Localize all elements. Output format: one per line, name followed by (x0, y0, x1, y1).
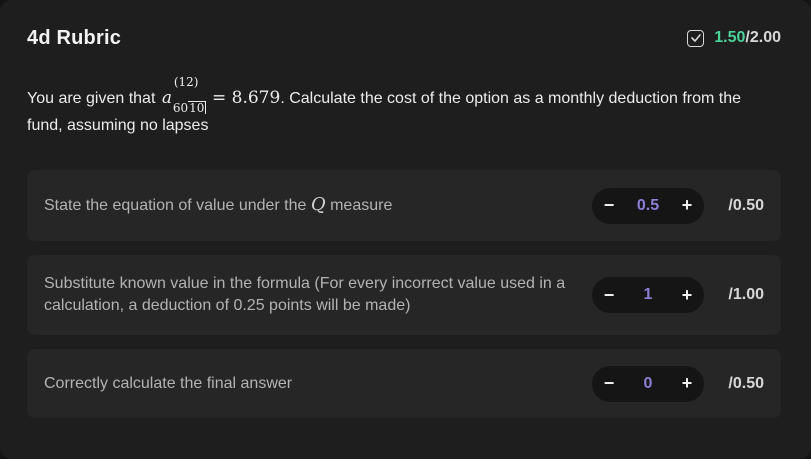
annuity-subscript: 6010 (172, 101, 207, 115)
stepper-value: 0.5 (636, 196, 660, 214)
stepper-value: 0 (643, 374, 653, 392)
question-prefix: You are given that (27, 90, 156, 107)
decrement-button[interactable]: − (600, 373, 618, 394)
stepper-value: 1 (643, 286, 653, 303)
increment-button[interactable]: + (678, 195, 696, 216)
annuity-expression: a (12) 6010 = 8.679 (160, 75, 281, 115)
rubric-title: 4d Rubric (27, 26, 122, 49)
criterion-row: Correctly calculate the final answer − 0… (27, 349, 781, 418)
rubric-card: 4d Rubric 1.50 / 2.00 You are given that… (0, 0, 811, 459)
score-stepper: − 0 + (592, 365, 704, 402)
criterion-label: Correctly calculate the final answer (44, 374, 293, 392)
annuity-superscript: (12) (173, 75, 199, 89)
criterion-max-points: /1.00 (728, 286, 764, 303)
score-stepper: − 1 + (592, 277, 704, 313)
criterion-max-points: /0.50 (728, 196, 764, 214)
checkbox-checked-icon (687, 29, 705, 47)
question-text: You are given that a (12) 6010 = 8.679. Cal… (27, 75, 781, 139)
criterion-label: State the equation of value under the Q … (44, 194, 393, 215)
decrement-button[interactable]: − (600, 285, 618, 306)
increment-button[interactable]: + (678, 285, 696, 306)
criterion-row: Substitute known value in the formula (F… (27, 255, 781, 335)
annuity-value: = 8.679 (212, 88, 281, 108)
criterion-max-points: /0.50 (728, 374, 764, 392)
score-total: 2.00 (749, 29, 781, 46)
rubric-score: 1.50 / 2.00 (687, 29, 781, 47)
score-stepper: − 0.5 + (592, 187, 704, 224)
criterion-label: Substitute known value in the formula (F… (44, 275, 566, 314)
annuity-symbol: a (12) 6010 (162, 75, 207, 115)
criterion-row: State the equation of value under the Q … (27, 170, 781, 241)
q-measure-symbol: Q (310, 194, 326, 215)
increment-button[interactable]: + (678, 373, 696, 394)
score-earned: 1.50 (714, 29, 746, 46)
rubric-header: 4d Rubric 1.50 / 2.00 (27, 24, 781, 52)
decrement-button[interactable]: − (600, 195, 618, 216)
